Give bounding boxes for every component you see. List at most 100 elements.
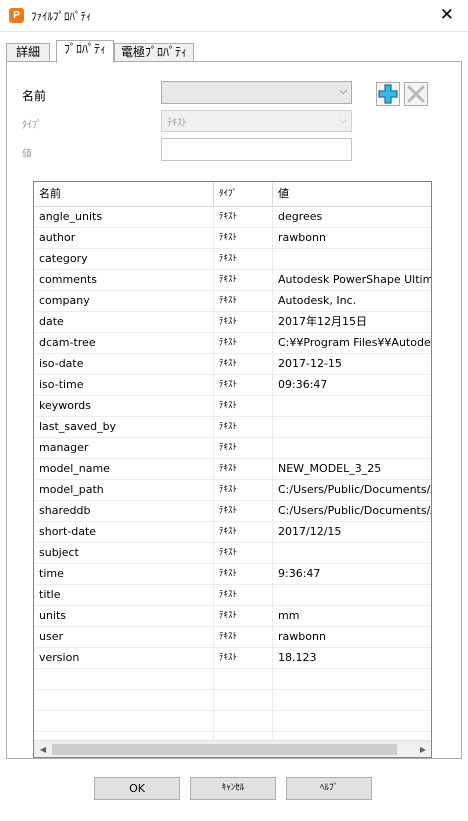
- ok-button[interactable]: OK: [94, 777, 180, 800]
- cell-type[interactable]: ﾃｷｽﾄ: [214, 585, 273, 606]
- cell-name[interactable]: author: [34, 228, 214, 249]
- table-row[interactable]: author ﾃｷｽﾄ rawbonn: [34, 228, 431, 249]
- cell-type[interactable]: ﾃｷｽﾄ: [214, 501, 273, 522]
- cancel-button[interactable]: ｷｬﾝｾﾙ: [190, 777, 276, 800]
- cell-type[interactable]: ﾃｷｽﾄ: [214, 627, 273, 648]
- empty-table-row[interactable]: [34, 669, 431, 690]
- cell-name[interactable]: [34, 711, 214, 732]
- cell-type[interactable]: [214, 690, 273, 711]
- horizontal-scrollbar[interactable]: ◀ ▶: [34, 740, 431, 757]
- cell-value[interactable]: [273, 417, 431, 438]
- cell-type[interactable]: ﾃｷｽﾄ: [214, 354, 273, 375]
- empty-table-row[interactable]: [34, 711, 431, 732]
- cell-value[interactable]: 9:36:47: [273, 564, 431, 585]
- name-combobox[interactable]: ⌵: [161, 81, 352, 104]
- cell-value[interactable]: [273, 711, 431, 732]
- cell-type[interactable]: ﾃｷｽﾄ: [214, 417, 273, 438]
- cell-type[interactable]: ﾃｷｽﾄ: [214, 249, 273, 270]
- table-row[interactable]: title ﾃｷｽﾄ: [34, 585, 431, 606]
- table-row[interactable]: iso-date ﾃｷｽﾄ 2017-12-15: [34, 354, 431, 375]
- cell-name[interactable]: [34, 669, 214, 690]
- table-row[interactable]: date ﾃｷｽﾄ 2017年12月15日: [34, 312, 431, 333]
- table-row[interactable]: category ﾃｷｽﾄ: [34, 249, 431, 270]
- scroll-left-icon[interactable]: ◀: [35, 743, 51, 756]
- cell-value[interactable]: [273, 669, 431, 690]
- cell-name[interactable]: date: [34, 312, 214, 333]
- cell-name[interactable]: model_path: [34, 480, 214, 501]
- cell-name[interactable]: iso-time: [34, 375, 214, 396]
- table-row[interactable]: keywords ﾃｷｽﾄ: [34, 396, 431, 417]
- cell-value[interactable]: 09:36:47: [273, 375, 431, 396]
- table-row[interactable]: short-date ﾃｷｽﾄ 2017/12/15: [34, 522, 431, 543]
- cell-name[interactable]: short-date: [34, 522, 214, 543]
- cell-name[interactable]: model_name: [34, 459, 214, 480]
- tab-properties[interactable]: ﾌﾟﾛﾊﾟﾃｨ: [56, 40, 114, 63]
- cell-value[interactable]: mm: [273, 606, 431, 627]
- cell-value[interactable]: 18.123: [273, 648, 431, 669]
- cell-value[interactable]: degrees: [273, 207, 431, 228]
- column-header-value[interactable]: 値: [273, 182, 431, 207]
- table-row[interactable]: angle_units ﾃｷｽﾄ degrees: [34, 207, 431, 228]
- cell-name[interactable]: iso-date: [34, 354, 214, 375]
- cell-type[interactable]: ﾃｷｽﾄ: [214, 333, 273, 354]
- column-header-name[interactable]: 名前: [34, 182, 214, 207]
- tab-details[interactable]: 詳細: [6, 43, 50, 62]
- table-row[interactable]: subject ﾃｷｽﾄ: [34, 543, 431, 564]
- scroll-right-icon[interactable]: ▶: [415, 743, 431, 756]
- table-row[interactable]: comments ﾃｷｽﾄ Autodesk PowerShape Ultima: [34, 270, 431, 291]
- column-header-type[interactable]: ﾀｲﾌﾟ: [214, 182, 273, 207]
- tab-electrode-properties[interactable]: 電極ﾌﾟﾛﾊﾟﾃｨ: [114, 43, 194, 62]
- delete-property-button[interactable]: [404, 82, 428, 106]
- cell-value[interactable]: 2017-12-15: [273, 354, 431, 375]
- cell-value[interactable]: NEW_MODEL_3_25: [273, 459, 431, 480]
- table-row[interactable]: shareddb ﾃｷｽﾄ C:/Users/Public/Documents/A: [34, 501, 431, 522]
- add-property-button[interactable]: [376, 82, 400, 106]
- cell-type[interactable]: ﾃｷｽﾄ: [214, 291, 273, 312]
- cell-name[interactable]: title: [34, 585, 214, 606]
- cell-value[interactable]: [273, 438, 431, 459]
- cell-type[interactable]: ﾃｷｽﾄ: [214, 375, 273, 396]
- cell-value[interactable]: [273, 690, 431, 711]
- cell-type[interactable]: ﾃｷｽﾄ: [214, 459, 273, 480]
- cell-name[interactable]: dcam-tree: [34, 333, 214, 354]
- cell-name[interactable]: angle_units: [34, 207, 214, 228]
- cell-value[interactable]: Autodesk PowerShape Ultima: [273, 270, 431, 291]
- table-row[interactable]: model_path ﾃｷｽﾄ C:/Users/Public/Documents/…: [34, 480, 431, 501]
- cell-type[interactable]: ﾃｷｽﾄ: [214, 438, 273, 459]
- table-row[interactable]: company ﾃｷｽﾄ Autodesk, Inc.: [34, 291, 431, 312]
- cell-value[interactable]: rawbonn: [273, 627, 431, 648]
- cell-type[interactable]: ﾃｷｽﾄ: [214, 543, 273, 564]
- cell-name[interactable]: time: [34, 564, 214, 585]
- cell-type[interactable]: ﾃｷｽﾄ: [214, 480, 273, 501]
- table-row[interactable]: manager ﾃｷｽﾄ: [34, 438, 431, 459]
- table-row[interactable]: user ﾃｷｽﾄ rawbonn: [34, 627, 431, 648]
- cell-value[interactable]: C:/Users/Public/Documents/A: [273, 480, 431, 501]
- table-row[interactable]: version ﾃｷｽﾄ 18.123: [34, 648, 431, 669]
- empty-table-row[interactable]: [34, 690, 431, 711]
- close-button[interactable]: ✕: [440, 5, 454, 25]
- cell-name[interactable]: [34, 690, 214, 711]
- cell-name[interactable]: category: [34, 249, 214, 270]
- cell-type[interactable]: ﾃｷｽﾄ: [214, 270, 273, 291]
- cell-type[interactable]: ﾃｷｽﾄ: [214, 606, 273, 627]
- cell-name[interactable]: last_saved_by: [34, 417, 214, 438]
- cell-type[interactable]: ﾃｷｽﾄ: [214, 564, 273, 585]
- cell-name[interactable]: subject: [34, 543, 214, 564]
- cell-value[interactable]: 2017/12/15: [273, 522, 431, 543]
- cell-type[interactable]: [214, 711, 273, 732]
- table-row[interactable]: iso-time ﾃｷｽﾄ 09:36:47: [34, 375, 431, 396]
- cell-value[interactable]: 2017年12月15日: [273, 312, 431, 333]
- cell-type[interactable]: [214, 669, 273, 690]
- cell-name[interactable]: units: [34, 606, 214, 627]
- table-row[interactable]: time ﾃｷｽﾄ 9:36:47: [34, 564, 431, 585]
- cell-name[interactable]: version: [34, 648, 214, 669]
- cell-name[interactable]: user: [34, 627, 214, 648]
- scrollbar-thumb[interactable]: [52, 744, 397, 755]
- cell-type[interactable]: ﾃｷｽﾄ: [214, 312, 273, 333]
- cell-value[interactable]: [273, 396, 431, 417]
- help-button[interactable]: ﾍﾙﾌﾟ: [286, 777, 372, 800]
- cell-name[interactable]: keywords: [34, 396, 214, 417]
- table-row[interactable]: last_saved_by ﾃｷｽﾄ: [34, 417, 431, 438]
- cell-value[interactable]: C:¥¥Program Files¥¥Autodesk: [273, 333, 431, 354]
- table-row[interactable]: units ﾃｷｽﾄ mm: [34, 606, 431, 627]
